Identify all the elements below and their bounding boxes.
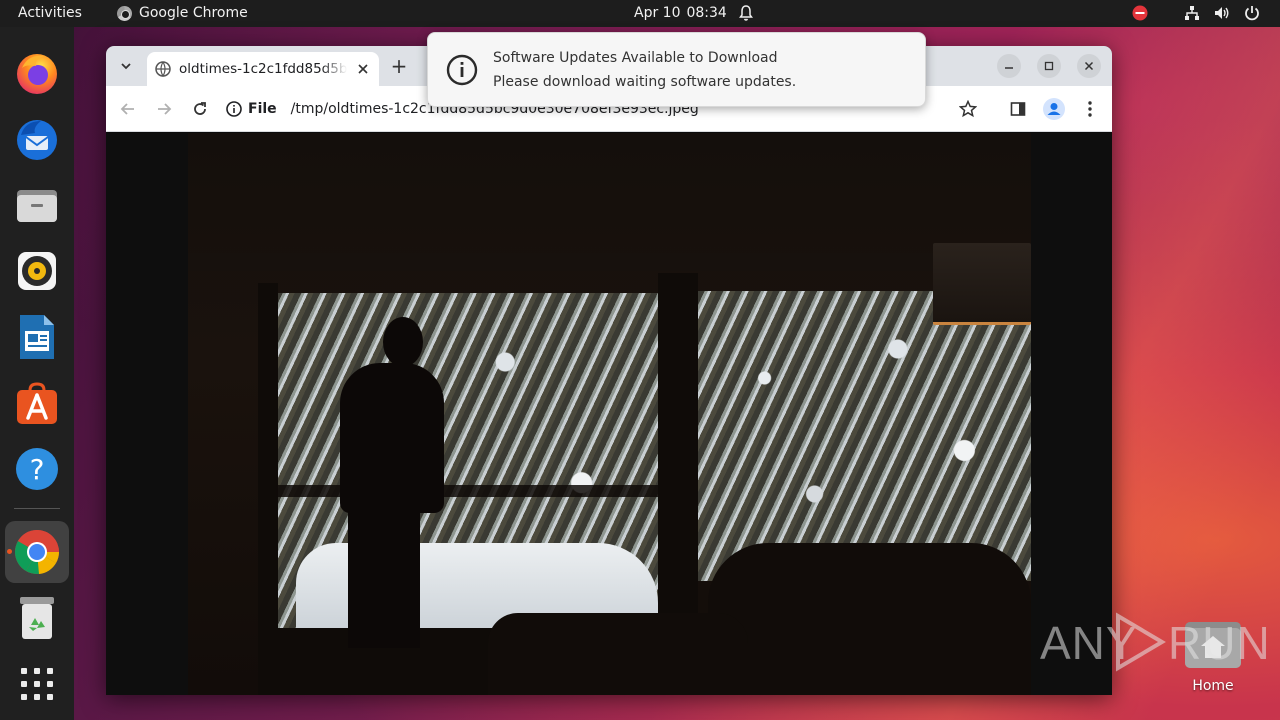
dock-item-software[interactable] [5, 372, 69, 434]
forward-button[interactable] [152, 97, 176, 121]
reload-button[interactable] [188, 97, 212, 121]
top-bar: Activities Google Chrome Apr 10 08:34 [0, 0, 1280, 27]
arrow-right-icon [158, 103, 172, 115]
arrow-left-icon [120, 103, 134, 115]
close-icon [1084, 61, 1094, 71]
notification-body: Please download waiting software updates… [493, 74, 797, 90]
dock: ? [0, 27, 74, 720]
thunderbird-icon [17, 120, 57, 160]
home-folder-label[interactable]: Home [1174, 678, 1252, 694]
site-info-chip[interactable]: File [226, 101, 277, 117]
tab-title: oldtimes-1c2c1fdd85d5bc9d0e30e708ef3e93e… [179, 61, 347, 77]
help-icon: ? [16, 448, 58, 490]
photo-window-frame-left [258, 283, 278, 695]
globe-icon [155, 61, 171, 77]
notification-title: Software Updates Available to Download [493, 50, 778, 66]
photo-lamp [933, 243, 1031, 325]
side-panel-icon [1010, 102, 1026, 116]
play-logo-icon [1116, 612, 1166, 672]
profile-button[interactable] [1042, 97, 1066, 121]
watermark-text-right: RUN [1168, 617, 1271, 669]
info-icon [226, 101, 242, 117]
files-icon [17, 190, 57, 222]
activities-button[interactable]: Activities [18, 5, 82, 21]
side-panel-button[interactable] [1006, 97, 1030, 121]
close-icon [358, 64, 368, 74]
writer-icon [20, 315, 54, 359]
dock-separator [14, 508, 60, 509]
firefox-icon [17, 54, 57, 94]
info-icon [446, 54, 478, 86]
minimize-icon [1005, 67, 1013, 69]
rhythmbox-icon [18, 252, 56, 290]
chevron-down-icon [121, 63, 131, 70]
anyrun-watermark: ANY RUN [1040, 610, 1270, 674]
power-icon [1245, 6, 1259, 21]
clock-date: Apr 10 [634, 5, 681, 21]
menu-button[interactable] [1078, 97, 1102, 121]
photo-window-right [698, 291, 1031, 581]
maximize-icon [1044, 61, 1054, 71]
bookmark-button[interactable] [956, 97, 980, 121]
site-info-label: File [248, 101, 277, 117]
browser-tab[interactable]: oldtimes-1c2c1fdd85d5bc9d0e30e708ef3e93e… [147, 52, 379, 86]
photo-person-head [383, 317, 423, 367]
new-tab-button[interactable]: + [387, 54, 411, 78]
network-icon [1185, 6, 1199, 20]
dock-item-rhythmbox[interactable] [5, 240, 69, 302]
reload-icon [194, 102, 206, 115]
clock-time: 08:34 [686, 5, 727, 21]
image-viewer [106, 133, 1112, 695]
dock-item-files[interactable] [5, 174, 69, 236]
dock-item-writer[interactable] [5, 306, 69, 368]
photo-beam [188, 253, 1031, 271]
volume-icon [1215, 7, 1229, 19]
bell-icon [739, 5, 753, 21]
photo-bed-blanket [488, 613, 748, 695]
dock-item-trash[interactable] [5, 587, 69, 649]
chrome-icon [117, 5, 132, 21]
dock-item-help[interactable]: ? [5, 438, 69, 500]
notification-banner[interactable]: Software Updates Available to Download P… [427, 32, 926, 107]
photo-bed [708, 543, 1031, 695]
profile-icon [1043, 98, 1065, 120]
running-indicator [7, 549, 12, 554]
photo-person-legs [348, 508, 420, 648]
close-window-button[interactable] [1077, 54, 1101, 78]
chrome-window: oldtimes-1c2c1fdd85d5bc9d0e30e708ef3e93e… [106, 46, 1112, 695]
back-button[interactable] [116, 97, 140, 121]
photo-window-rail [276, 485, 658, 497]
chrome-icon [15, 530, 59, 574]
dock-item-show-apps[interactable] [5, 653, 69, 715]
tab-search-button[interactable] [114, 54, 138, 78]
svg-text:?: ? [30, 453, 45, 486]
system-tray[interactable] [1132, 5, 1260, 21]
clock[interactable]: Apr 10 08:34 [634, 5, 727, 21]
trash-icon [20, 597, 54, 639]
dock-item-chrome[interactable] [5, 521, 69, 583]
app-grid-icon [21, 668, 53, 700]
app-menu[interactable]: Google Chrome [117, 5, 248, 21]
more-vert-icon [1088, 101, 1092, 117]
star-icon [959, 100, 977, 118]
dock-item-firefox[interactable] [5, 42, 69, 104]
software-icon [17, 382, 57, 424]
maximize-button[interactable] [1037, 54, 1061, 78]
tab-close-button[interactable] [355, 61, 371, 77]
minimize-button[interactable] [997, 54, 1021, 78]
app-menu-label: Google Chrome [139, 5, 248, 21]
dock-item-thunderbird[interactable] [5, 108, 69, 170]
do-not-disturb-icon [1132, 5, 1148, 21]
displayed-photo[interactable] [188, 133, 1031, 695]
photo-person-body [340, 363, 444, 513]
